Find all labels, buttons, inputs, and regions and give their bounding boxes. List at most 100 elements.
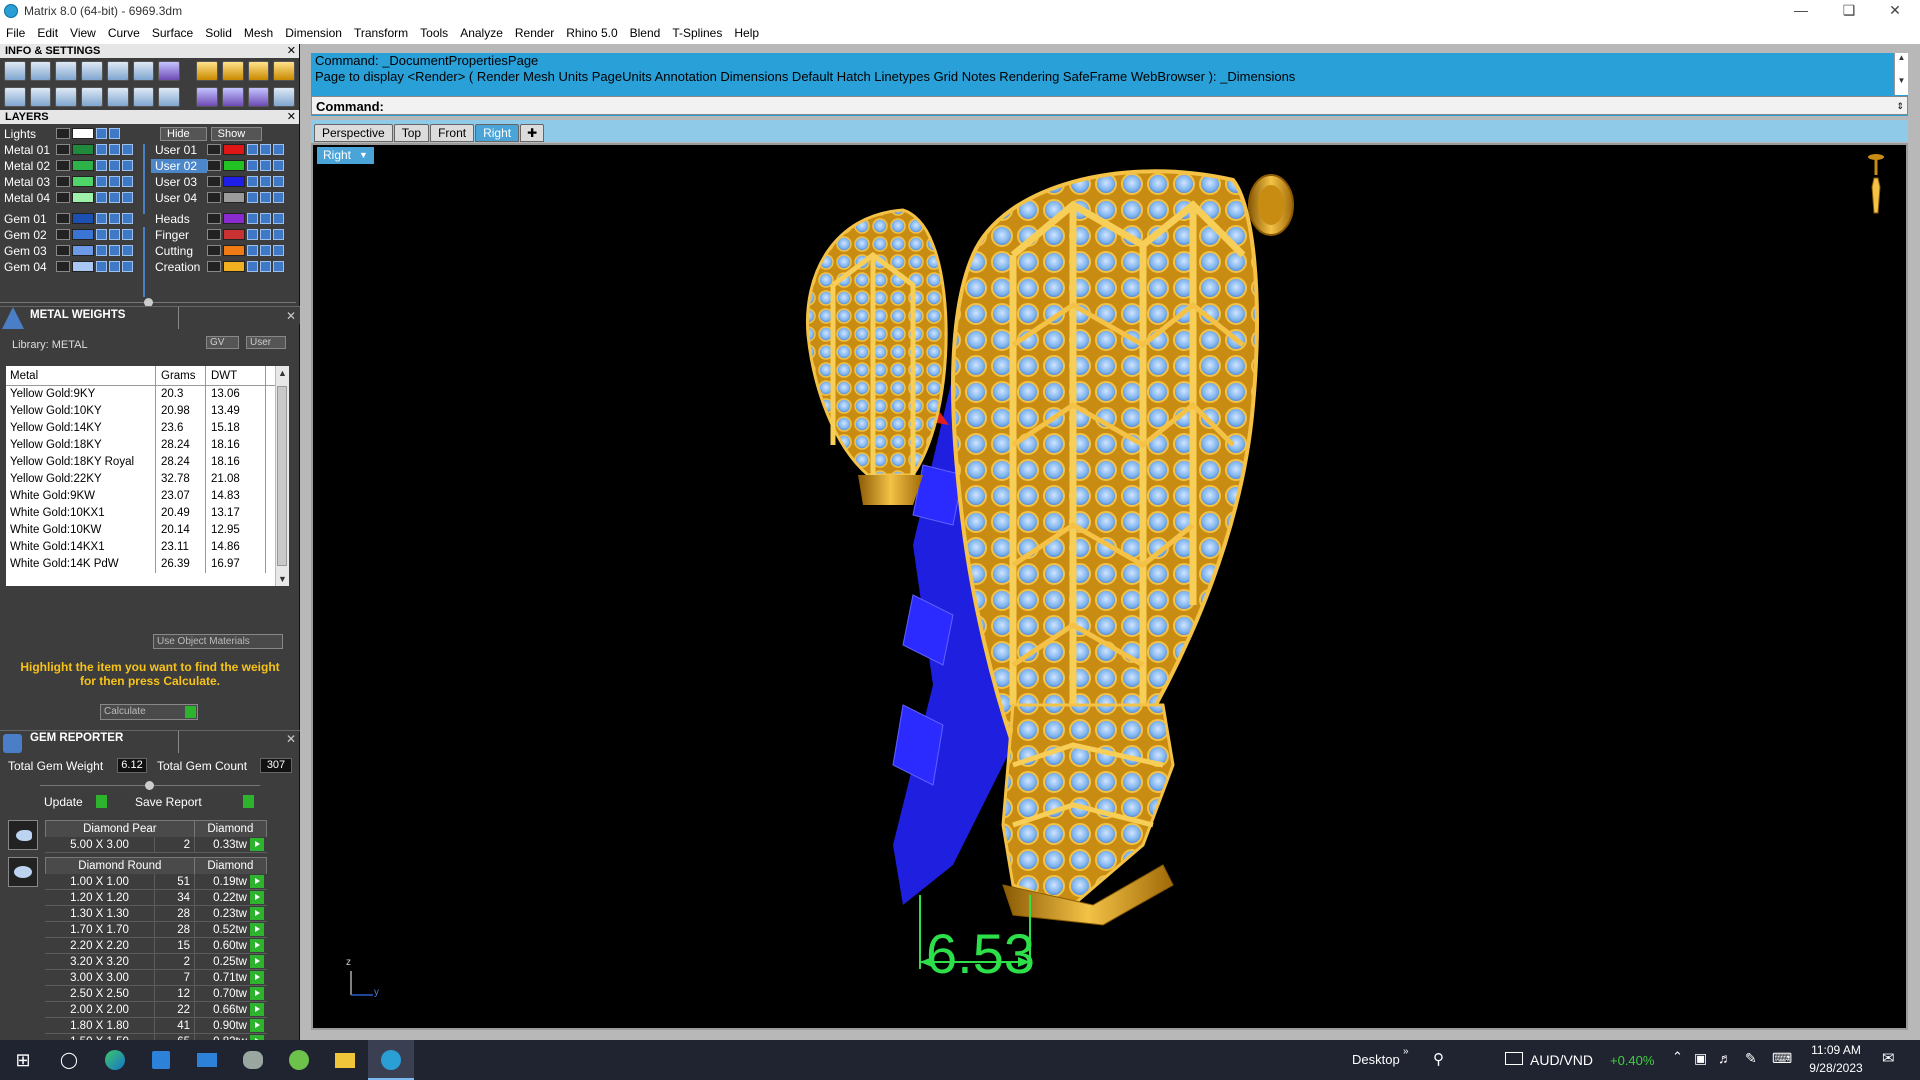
monitor-tool-icon[interactable] xyxy=(29,87,52,107)
update-button[interactable]: Update xyxy=(44,795,83,809)
expand-icon[interactable] xyxy=(207,229,221,240)
table-row[interactable]: White Gold:10KX1 20.49 13.17 xyxy=(6,505,289,522)
currency-pair[interactable]: AUD/VND xyxy=(1530,1052,1593,1068)
search-icon[interactable]: ◯ xyxy=(46,1050,92,1070)
lock-icon[interactable] xyxy=(96,213,107,224)
app-icon-rhino[interactable] xyxy=(230,1040,276,1080)
menu-edit[interactable]: Edit xyxy=(31,22,64,44)
lock-icon[interactable] xyxy=(247,160,258,171)
menu-curve[interactable]: Curve xyxy=(102,22,146,44)
layer-row[interactable]: Heads xyxy=(151,211,286,226)
expand-icon[interactable] xyxy=(56,176,70,187)
menu-tsplines[interactable]: T-Splines xyxy=(666,22,728,44)
table-row[interactable]: White Gold:10KW 20.14 12.95 xyxy=(6,522,289,539)
lock-icon[interactable] xyxy=(96,192,107,203)
visibility-icon[interactable] xyxy=(109,176,120,187)
save-report-button[interactable]: Save Report xyxy=(135,795,202,809)
gem-row[interactable]: 5.00 X 3.00 2 0.33tw xyxy=(45,837,267,853)
expand-icon[interactable] xyxy=(207,245,221,256)
gem-row[interactable]: 3.20 X 3.20 2 0.25tw xyxy=(45,954,267,970)
layer-color-swatch[interactable] xyxy=(223,192,245,203)
visibility-icon[interactable] xyxy=(260,160,271,171)
visibility-icon[interactable] xyxy=(260,192,271,203)
layer-row[interactable]: Gem 04 xyxy=(0,259,135,274)
gem-row[interactable]: 1.20 X 1.20 34 0.22tw xyxy=(45,890,267,906)
menu-help[interactable]: Help xyxy=(728,22,765,44)
visibility-icon[interactable] xyxy=(260,213,271,224)
table-row[interactable]: Yellow Gold:14KY 23.6 15.18 xyxy=(6,420,289,437)
play-icon[interactable] xyxy=(250,875,264,888)
play-icon[interactable] xyxy=(250,1003,264,1016)
app-icon-green[interactable] xyxy=(276,1040,322,1080)
tab-right[interactable]: Right xyxy=(475,124,520,142)
chevron-right-icon[interactable]: » xyxy=(1403,1046,1409,1057)
gem-row[interactable]: 2.00 X 2.00 22 0.66tw xyxy=(45,1002,267,1018)
layer-color-swatch[interactable] xyxy=(223,176,245,187)
print-icon[interactable] xyxy=(122,144,133,155)
start-icon[interactable]: ⊞ xyxy=(0,1050,46,1071)
visibility-icon[interactable] xyxy=(260,229,271,240)
tab-perspective[interactable]: Perspective xyxy=(314,124,393,142)
close-icon[interactable]: ✕ xyxy=(287,44,296,58)
table-row[interactable]: White Gold:9KW 23.07 14.83 xyxy=(6,488,289,505)
layer-row[interactable]: Cutting xyxy=(151,243,286,258)
lock-icon[interactable] xyxy=(96,128,107,139)
folder-icon[interactable] xyxy=(322,1040,368,1080)
network-icon[interactable]: ▣ xyxy=(1694,1050,1707,1067)
table-row[interactable]: White Gold:14KX1 23.11 14.86 xyxy=(6,539,289,556)
expand-icon[interactable] xyxy=(207,261,221,272)
print-icon[interactable] xyxy=(273,229,284,240)
pen-icon[interactable]: ✎ xyxy=(1745,1050,1757,1067)
restore-button[interactable]: ❑ xyxy=(1826,0,1872,22)
layer-row[interactable]: Gem 02 xyxy=(0,227,135,242)
chevron-up-icon[interactable]: ⌃ xyxy=(1672,1049,1683,1065)
expand-icon[interactable] xyxy=(207,144,221,155)
show-button[interactable]: Show xyxy=(210,126,263,141)
globe-tool-icon[interactable] xyxy=(55,87,78,107)
play-icon[interactable] xyxy=(185,706,196,718)
layer-color-swatch[interactable] xyxy=(72,229,94,240)
table-row[interactable]: Yellow Gold:22KY 32.78 21.08 xyxy=(6,471,289,488)
layer-color-swatch[interactable] xyxy=(72,176,94,187)
layer-row[interactable]: Finger xyxy=(151,227,286,242)
table-row[interactable]: Yellow Gold:18KY 28.24 18.16 xyxy=(6,437,289,454)
layer-color-swatch[interactable] xyxy=(223,160,245,171)
expand-icon[interactable] xyxy=(56,192,70,203)
gv-toggle[interactable]: GV xyxy=(206,336,240,349)
calculate-button[interactable]: Calculate xyxy=(100,704,198,720)
menu-surface[interactable]: Surface xyxy=(146,22,199,44)
gem-row[interactable]: 1.00 X 1.00 51 0.19tw xyxy=(45,874,267,890)
clock-date[interactable]: 9/28/2023 xyxy=(1808,1061,1864,1075)
print-icon[interactable] xyxy=(273,144,284,155)
lock-icon[interactable] xyxy=(96,229,107,240)
close-icon[interactable]: ✕ xyxy=(287,110,296,124)
render2-tool-icon[interactable] xyxy=(221,87,244,107)
scale-tool-icon[interactable] xyxy=(132,87,155,107)
layer-row[interactable]: Metal 01 xyxy=(0,142,135,157)
document-tool-icon[interactable] xyxy=(106,61,129,81)
print-icon[interactable] xyxy=(273,213,284,224)
lock-icon[interactable] xyxy=(247,192,258,203)
layer-row[interactable]: Gem 03 xyxy=(0,243,135,258)
splitter-handle[interactable] xyxy=(145,781,154,790)
scrollbar[interactable]: ▲ ▼ xyxy=(275,366,289,586)
print-icon[interactable] xyxy=(122,192,133,203)
menu-dimension[interactable]: Dimension xyxy=(279,22,348,44)
menu-render[interactable]: Render xyxy=(509,22,560,44)
lock-icon[interactable] xyxy=(247,245,258,256)
gem-row[interactable]: 1.70 X 1.70 28 0.52tw xyxy=(45,922,267,938)
scroll-down-icon[interactable]: ▼ xyxy=(278,574,287,584)
layer-row[interactable]: Gem 01 xyxy=(0,211,135,226)
layer-color-swatch[interactable] xyxy=(72,245,94,256)
layer-color-swatch[interactable] xyxy=(72,144,94,155)
layer-color-swatch[interactable] xyxy=(72,128,94,139)
gem-row[interactable]: 3.00 X 3.00 7 0.71tw xyxy=(45,970,267,986)
menu-file[interactable]: File xyxy=(0,22,31,44)
print-icon[interactable] xyxy=(122,245,133,256)
edge-icon[interactable] xyxy=(92,1040,138,1080)
lock-icon[interactable] xyxy=(247,176,258,187)
table-row[interactable]: Yellow Gold:18KY Royal 28.24 18.16 xyxy=(6,454,289,471)
layer-color-swatch[interactable] xyxy=(72,160,94,171)
print-icon[interactable] xyxy=(122,261,133,272)
pen-tool-icon[interactable] xyxy=(132,61,155,81)
